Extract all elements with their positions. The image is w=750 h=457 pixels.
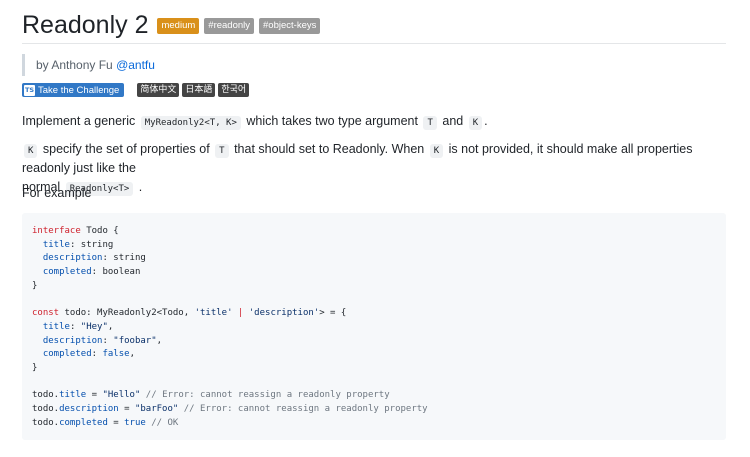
- take-challenge-button[interactable]: TS Take the Challenge: [22, 83, 125, 97]
- text: .: [484, 114, 488, 128]
- lang-button-ko[interactable]: 한국어: [218, 83, 250, 97]
- code-token: > = {: [319, 308, 347, 319]
- lang-button-ja[interactable]: 日本語: [182, 83, 216, 97]
- title-row: Readonly 2 medium #readonly #object-keys: [22, 8, 321, 42]
- take-challenge-label: Take the Challenge: [38, 84, 120, 96]
- code-token: =: [86, 390, 103, 401]
- code-line: description: string: [32, 252, 726, 266]
- description-paragraph-3: For example: [22, 186, 92, 200]
- code-token: : string: [69, 239, 114, 250]
- page-title: Readonly 2: [22, 11, 149, 39]
- tag-badge-readonly[interactable]: #readonly: [204, 18, 255, 34]
- code-token: todo.: [32, 417, 60, 428]
- text: .: [138, 180, 143, 194]
- code-token: todo.: [32, 390, 60, 401]
- code-token: }: [32, 280, 38, 291]
- code-token: "Hey": [80, 321, 108, 332]
- code-token: completed: [42, 267, 92, 278]
- code-line: }: [32, 362, 726, 376]
- code-token: ,: [129, 349, 135, 360]
- code-line: description: "foobar",: [32, 335, 726, 349]
- text: specify the set of properties of: [42, 142, 210, 156]
- code-token: todo: MyReadonly2<Todo,: [59, 308, 195, 319]
- code-token: "Hello": [102, 390, 141, 401]
- text: which takes two type argument: [246, 114, 418, 128]
- code-token: title: [42, 239, 70, 250]
- code-line: title: string: [32, 239, 726, 253]
- code-token: :: [102, 335, 114, 346]
- code-token: description: [42, 335, 103, 346]
- code-line: completed: false,: [32, 348, 726, 362]
- text: and: [442, 114, 464, 128]
- code-token: =: [118, 403, 135, 414]
- code-line: todo.description = "barFoo" // Error: ca…: [32, 403, 726, 417]
- code-line: completed: boolean: [32, 266, 726, 280]
- paragraph-2-line-2: normal Readonly<T> .: [22, 179, 734, 198]
- typescript-icon: TS: [24, 84, 35, 96]
- inline-code: K: [429, 144, 444, 158]
- code-line: title: "Hey",: [32, 321, 726, 335]
- code-token: title: [59, 390, 87, 401]
- description-paragraph-1: Implement a generic MyReadonly2<T, K> wh…: [22, 113, 488, 132]
- code-token: const: [32, 308, 60, 319]
- code-block[interactable]: interface Todo { title: string descripti…: [22, 213, 726, 440]
- inline-code: K: [468, 116, 483, 130]
- lang-button-zh[interactable]: 简体中文: [137, 83, 180, 97]
- code-line: const todo: MyReadonly2<Todo, 'title' | …: [32, 307, 726, 321]
- title-divider: [22, 43, 726, 44]
- code-token: : boolean: [91, 267, 141, 278]
- code-token: title: [42, 321, 70, 332]
- author-text: by Anthony Fu: [36, 58, 113, 72]
- code-token: "barFoo": [134, 403, 179, 414]
- author-handle-link[interactable]: @antfu: [116, 58, 155, 72]
- code-token: ,: [156, 335, 163, 346]
- difficulty-badge[interactable]: medium: [157, 18, 200, 34]
- code-token: // Error: cannot reassign a readonly pro…: [140, 390, 390, 401]
- code-token: completed: [42, 349, 92, 360]
- code-token: =: [107, 417, 125, 428]
- code-token: "foobar": [113, 335, 157, 346]
- code-token: todo.: [32, 403, 60, 414]
- code-token: : string: [102, 253, 146, 264]
- code-token: }: [32, 362, 38, 373]
- code-line: todo.title = "Hello" // Error: cannot re…: [32, 389, 726, 403]
- code-token: description: [42, 253, 103, 264]
- inline-code: MyReadonly2<T, K>: [140, 116, 241, 130]
- code-token: completed: [59, 417, 108, 428]
- text: Implement a generic: [22, 114, 136, 128]
- code-token: :: [91, 349, 103, 360]
- code-token: :: [69, 321, 81, 332]
- code-token: description: [59, 403, 119, 414]
- code-token: interface: [32, 226, 81, 236]
- code-line: todo.completed = true // OK: [32, 417, 726, 431]
- code-line: interface Todo {: [32, 225, 726, 239]
- code-token: true: [124, 417, 146, 428]
- code-token: Todo {: [80, 226, 119, 236]
- code-token: // Error: cannot reassign a readonly pro…: [178, 403, 428, 414]
- inline-code: T: [215, 144, 229, 158]
- code-token: false: [102, 349, 130, 360]
- code-token: |: [232, 308, 249, 319]
- code-line: }: [32, 280, 726, 294]
- code-token: 'title': [194, 308, 233, 319]
- inline-code: T: [423, 116, 437, 130]
- description-paragraph-2: K specify the set of properties of T tha…: [22, 141, 734, 198]
- code-token: 'description': [248, 308, 320, 319]
- inline-code: K: [24, 144, 38, 158]
- code-token: ,: [107, 321, 114, 332]
- challenge-buttons: TS Take the Challenge 简体中文 日本語 한국어: [22, 83, 250, 97]
- code-token: // OK: [145, 417, 179, 428]
- author-byline: by Anthony Fu @antfu: [22, 54, 155, 76]
- text: that should set to Readonly. When: [234, 142, 425, 156]
- tag-badge-object-keys[interactable]: #object-keys: [259, 18, 321, 34]
